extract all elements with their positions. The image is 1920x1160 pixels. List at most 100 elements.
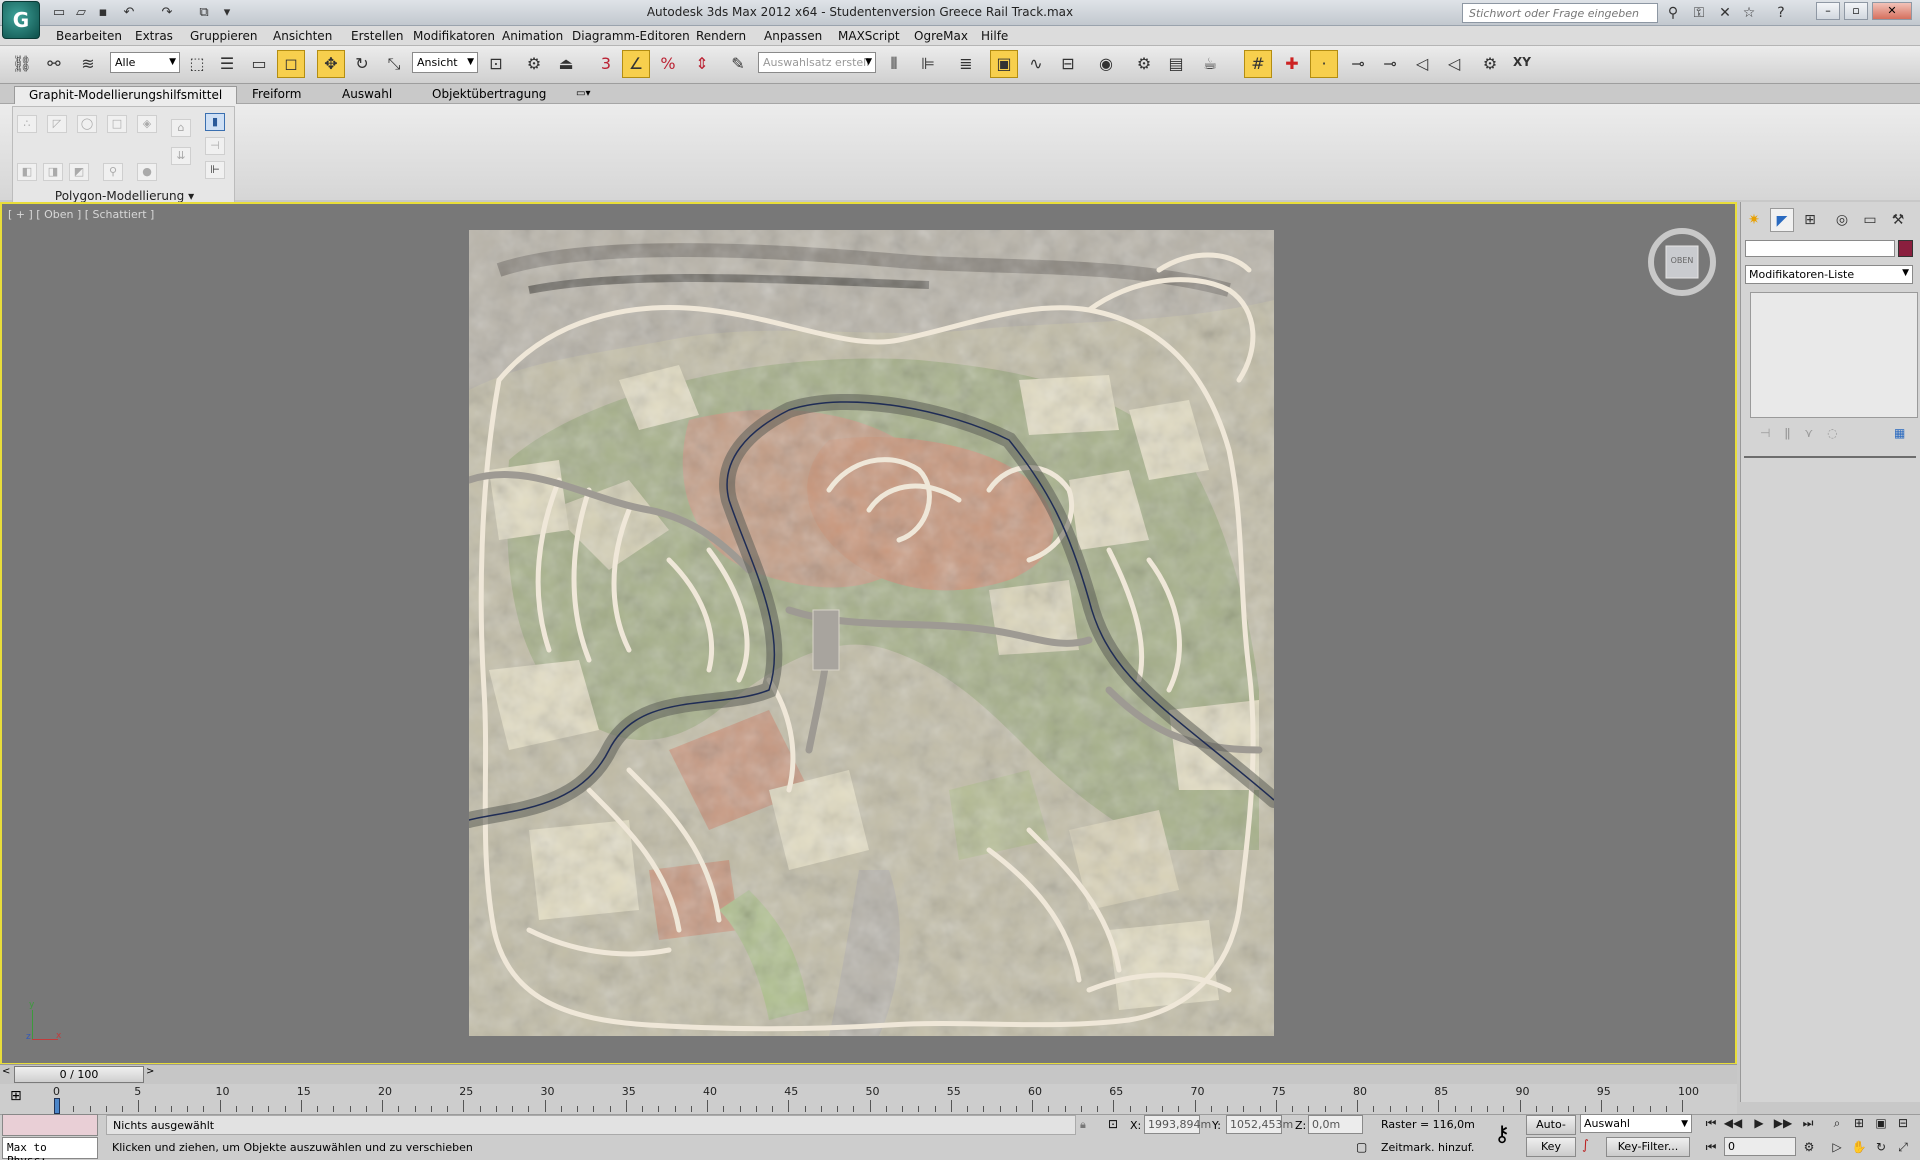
- quick-access-dropdown-icon[interactable]: ▾: [218, 4, 236, 21]
- go-to-end-icon[interactable]: ⏭: [1797, 1113, 1819, 1133]
- keyboard-shortcut-toggle-icon[interactable]: ⏏: [552, 50, 580, 78]
- element-mode-icon[interactable]: ◈: [137, 115, 157, 133]
- bind-spacewarp-icon[interactable]: ≋: [74, 50, 102, 78]
- object-color-swatch[interactable]: [1898, 240, 1913, 257]
- menu-hilfe[interactable]: Hilfe: [979, 27, 1010, 45]
- binoculars-icon[interactable]: ⚲: [1662, 3, 1684, 23]
- set-key-button[interactable]: Key eins.: [1526, 1137, 1576, 1160]
- time-configuration-icon[interactable]: ⚙: [1798, 1137, 1820, 1157]
- modify-mode-icon[interactable]: ⌂: [171, 119, 191, 137]
- pan-icon[interactable]: ✋: [1848, 1137, 1870, 1157]
- menu-gruppieren[interactable]: Gruppieren: [188, 27, 259, 45]
- favorites-icon[interactable]: ☆: [1738, 3, 1760, 23]
- maximize-icon[interactable]: ▫: [1844, 2, 1868, 20]
- layer-manager-icon[interactable]: ≣: [952, 50, 980, 78]
- graphite-toggle-icon[interactable]: ▣: [990, 50, 1018, 78]
- display-tab-icon[interactable]: ▭: [1858, 208, 1882, 232]
- go-to-start-icon[interactable]: ⏮: [1700, 1113, 1722, 1133]
- menu-maxscript[interactable]: MAXScript: [836, 27, 902, 45]
- save-file-icon[interactable]: ▪: [94, 4, 112, 21]
- time-tag-icon[interactable]: ▢: [1356, 1140, 1367, 1154]
- maxscript-listener-top[interactable]: [2, 1114, 98, 1136]
- snap-midpoint-icon[interactable]: ⊸: [1376, 50, 1404, 78]
- reference-coordinate-dropdown[interactable]: Ansicht ▼: [412, 52, 478, 73]
- ribbon-tab-graphit[interactable]: Graphit-Modellierungshilfsmittel: [14, 86, 238, 104]
- open-file-icon[interactable]: ▱: [72, 4, 90, 21]
- key-mode-dropdown[interactable]: Auswahl ▼: [1580, 1114, 1692, 1133]
- pin-stack-icon[interactable]: ⚲: [103, 163, 123, 181]
- render-production-icon[interactable]: ☕: [1196, 50, 1224, 78]
- current-frame-marker[interactable]: [54, 1098, 60, 1114]
- hierarchy-tab-icon[interactable]: ⊞: [1798, 208, 1822, 232]
- window-crossing-icon[interactable]: ◻: [277, 50, 305, 78]
- select-and-move-icon[interactable]: ✥: [317, 50, 345, 78]
- ribbon-tab-objektuebertragung[interactable]: Objektübertragung: [418, 86, 560, 104]
- menu-anpassen[interactable]: Anpassen: [762, 27, 824, 45]
- hierarchy-icon[interactable]: ⊩: [205, 161, 225, 179]
- communication-center-icon[interactable]: ✕: [1714, 3, 1736, 23]
- menu-bearbeiten[interactable]: Bearbeiten: [54, 27, 124, 45]
- vertex-mode-icon[interactable]: ∴: [17, 115, 37, 133]
- z-coordinate-field[interactable]: 0,0m: [1308, 1115, 1363, 1134]
- motion-tab-icon[interactable]: ◎: [1830, 208, 1854, 232]
- spinner-snap-icon[interactable]: ⇕: [688, 50, 716, 78]
- maximize-viewport-icon[interactable]: ⤢: [1892, 1137, 1914, 1157]
- snap-endpoint-icon[interactable]: ⊸: [1344, 50, 1372, 78]
- named-selection-dropdown[interactable]: Auswahlsatz erstell ▼: [758, 52, 876, 73]
- snap-edge-icon[interactable]: ◁: [1408, 50, 1436, 78]
- current-frame-field[interactable]: 0: [1724, 1137, 1796, 1156]
- pin-icon[interactable]: ⊣: [205, 137, 225, 155]
- project-folder-icon[interactable]: ⧉: [195, 4, 213, 21]
- zoom-all-icon[interactable]: ⊞: [1848, 1113, 1870, 1133]
- curve-editor-mini-icon[interactable]: ⊞: [10, 1088, 22, 1104]
- rendered-frame-window-icon[interactable]: ▤: [1162, 50, 1190, 78]
- show-end-result-icon[interactable]: ▮: [205, 113, 225, 131]
- select-and-scale-icon[interactable]: ⤡: [380, 50, 408, 78]
- ribbon-panel-label[interactable]: Polygon-Modellierung ▾: [13, 189, 236, 203]
- snaps-toggle-icon[interactable]: 3: [592, 50, 620, 78]
- material-editor-icon[interactable]: ◉: [1092, 50, 1120, 78]
- absolute-mode-icon[interactable]: ⊡: [1108, 1117, 1118, 1131]
- stack-prev-icon[interactable]: ◧: [17, 163, 37, 181]
- angle-snap-icon[interactable]: ∠: [622, 50, 650, 78]
- close-icon[interactable]: ✕: [1872, 2, 1912, 20]
- stack-icon[interactable]: ◨: [43, 163, 63, 181]
- next-frame-icon[interactable]: ▶▶: [1772, 1113, 1794, 1133]
- link-icon[interactable]: ⛓: [8, 50, 36, 78]
- create-tab-icon[interactable]: ✷: [1742, 208, 1766, 232]
- add-time-tag-button[interactable]: Zeitmark. hinzuf.: [1378, 1138, 1478, 1158]
- menu-modifikatoren[interactable]: Modifikatoren: [411, 27, 497, 45]
- snap-grid-icon[interactable]: #: [1244, 50, 1272, 78]
- edit-named-selection-icon[interactable]: ✎: [724, 50, 752, 78]
- key-mode-toggle-icon[interactable]: ⏮: [1700, 1137, 1722, 1157]
- viewport-label[interactable]: [ + ] [ Oben ] [ Schattiert ]: [8, 208, 154, 221]
- snap-vertex-icon[interactable]: ·: [1310, 50, 1338, 78]
- modifier-list-dropdown[interactable]: Modifikatoren-Liste ▼: [1745, 265, 1913, 284]
- time-slider-track[interactable]: [0, 1064, 1737, 1084]
- minimize-icon[interactable]: –: [1816, 2, 1840, 20]
- ribbon-tab-auswahl[interactable]: Auswahl: [328, 86, 406, 104]
- menu-erstellen[interactable]: Erstellen: [349, 27, 406, 45]
- utilities-tab-icon[interactable]: ⚒: [1886, 208, 1910, 232]
- set-key-big-icon[interactable]: ⚷: [1484, 1120, 1520, 1150]
- selection-filter-dropdown[interactable]: Alle ▼: [110, 52, 180, 73]
- border-mode-icon[interactable]: ◯: [77, 115, 97, 133]
- undo-icon[interactable]: ↶: [120, 4, 138, 21]
- selection-region-icon[interactable]: ▭: [245, 50, 273, 78]
- menu-extras[interactable]: Extras: [133, 27, 175, 45]
- render-setup-icon[interactable]: ⚙: [1130, 50, 1158, 78]
- orbit-icon[interactable]: ↻: [1870, 1137, 1892, 1157]
- time-slider-next-icon[interactable]: >: [146, 1066, 154, 1077]
- select-by-name-icon[interactable]: ☰: [213, 50, 241, 78]
- selection-lock-icon[interactable]: 🔒︎: [1080, 1118, 1086, 1132]
- zoom-extents-icon[interactable]: ▣: [1870, 1113, 1892, 1133]
- snap-pivot-icon[interactable]: ✚: [1278, 50, 1306, 78]
- menu-ogremax[interactable]: OgreMax: [912, 27, 970, 45]
- modifier-stack[interactable]: [1750, 292, 1918, 418]
- axis-constraint-xy[interactable]: XY: [1508, 48, 1536, 76]
- schematic-view-icon[interactable]: ⊟: [1054, 50, 1082, 78]
- curve-editor-icon[interactable]: ∿: [1022, 50, 1050, 78]
- help-icon[interactable]: ?: [1770, 3, 1792, 23]
- object-name-field[interactable]: [1745, 240, 1895, 257]
- new-file-icon[interactable]: ▭: [50, 4, 68, 21]
